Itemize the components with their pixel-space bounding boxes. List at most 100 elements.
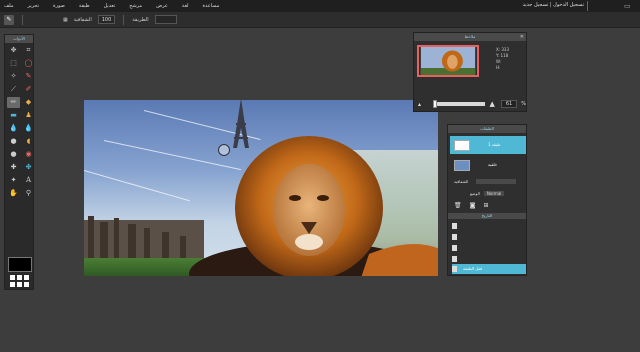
- delete-layer-icon[interactable]: 🗑: [454, 202, 462, 212]
- drop-icon[interactable]: 💧: [7, 123, 20, 134]
- brush-icon[interactable]: ⟋: [7, 84, 20, 95]
- navigator-panel: ملاحظ ✕ X: 333 Y: 118 W: H: ▴ ▲ 61 %: [413, 32, 527, 112]
- history-item[interactable]: [452, 232, 526, 242]
- move-icon[interactable]: ✥: [7, 45, 20, 56]
- history-icon: [452, 234, 457, 240]
- mode-select[interactable]: [154, 15, 177, 24]
- layer-name: طبقة 1: [488, 142, 501, 147]
- menu-help[interactable]: مساعدة: [203, 3, 220, 9]
- blur-icon[interactable]: 💧: [22, 123, 35, 134]
- layer-mode-select[interactable]: Normal: [483, 190, 505, 196]
- sponge-icon[interactable]: ●: [7, 149, 20, 160]
- marquee-icon[interactable]: ⬚: [7, 58, 20, 69]
- menu-image[interactable]: صورة: [53, 3, 65, 9]
- menu-adjust[interactable]: تعديل: [104, 3, 116, 9]
- zoom-out-icon[interactable]: ▴: [418, 101, 421, 108]
- y-value: 118: [500, 53, 509, 58]
- burn-icon[interactable]: ◖: [22, 136, 35, 147]
- layer-thumbnail: [454, 139, 470, 151]
- wand-icon[interactable]: ✧: [7, 71, 20, 82]
- history-item-selected[interactable]: قفل الطبقة: [452, 264, 526, 274]
- shape-icon[interactable]: ✦: [7, 175, 20, 186]
- layer-mode-row: الوضع Normal: [450, 189, 526, 197]
- opacity-select[interactable]: 100: [97, 15, 116, 24]
- crop-icon[interactable]: ⌗: [22, 45, 35, 56]
- swatch-grid[interactable]: [10, 275, 30, 287]
- options-bar: ✎ ▦ الشفافية 100 الطريقة: [0, 12, 640, 28]
- layer-row-1[interactable]: طبقة 1: [450, 136, 526, 154]
- menu-list: ملف تحرير صورة طبقة تعديل مرشح عرض لغة م…: [4, 3, 219, 9]
- stamp-icon[interactable]: ♟: [22, 110, 35, 121]
- coordinates-readout: X: 333 Y: 118 W: H:: [496, 47, 509, 71]
- menu-filter[interactable]: مرشح: [129, 3, 142, 9]
- lasso-icon[interactable]: ◯: [22, 58, 35, 69]
- zoom-value[interactable]: 61: [500, 100, 518, 108]
- menu-separator: [587, 1, 588, 11]
- login-link[interactable]: تسجيل الدخول | تسجيل جديد: [523, 2, 584, 8]
- navigator-header: ملاحظ ✕: [414, 33, 526, 41]
- options-separator: [22, 14, 23, 25]
- close-icon[interactable]: ✕: [520, 33, 524, 41]
- history-icon: [452, 256, 457, 262]
- x-value: 333: [501, 47, 510, 52]
- menu-layer[interactable]: طبقة: [79, 3, 90, 9]
- zoom-control: ▴ ▲ 61 %: [416, 99, 526, 109]
- h-label: H:: [496, 65, 501, 70]
- w-label: W:: [496, 59, 502, 64]
- navigator-title: ملاحظ: [464, 34, 476, 39]
- layers-header: الطبقات: [448, 125, 526, 133]
- tools-title: الأدوات: [5, 35, 33, 43]
- y-label: Y:: [496, 53, 500, 58]
- menu-bar: ملف تحرير صورة طبقة تعديل مرشح عرض لغة م…: [0, 0, 640, 12]
- new-layer-icon[interactable]: ⊞: [483, 202, 488, 212]
- layer-name: خلفية: [488, 162, 498, 167]
- layer-row-background[interactable]: خلفية: [450, 156, 526, 174]
- layer-opacity-row: الشفافية: [450, 177, 526, 185]
- zoom-unit: %: [521, 101, 526, 107]
- opacity-label: الشفافية: [73, 16, 92, 23]
- menu-language[interactable]: لغة: [182, 3, 189, 9]
- zoom-icon[interactable]: ⚲: [22, 188, 35, 199]
- history-icon: [452, 223, 457, 229]
- tools-panel: الأدوات ✥ ⌗ ⬚ ◯ ✧ ✎ ⟋ ✐ ✏ ◆ ▬ ♟ 💧 💧 ● ◖ …: [4, 34, 34, 290]
- history-icon: [452, 245, 457, 251]
- smudge-icon[interactable]: ✤: [22, 162, 35, 173]
- menu-file[interactable]: ملف: [4, 3, 14, 9]
- brush-preset-icon[interactable]: ▦: [63, 17, 68, 23]
- zoom-slider-knob[interactable]: [433, 100, 438, 108]
- red-eye-icon[interactable]: ◉: [22, 149, 35, 160]
- brush-cursor: [218, 144, 230, 156]
- color-swatch[interactable]: [8, 257, 32, 272]
- zoom-slider[interactable]: [433, 100, 486, 108]
- options-separator-2: [123, 14, 125, 25]
- layer-opacity-label: الشفافية: [454, 178, 469, 184]
- heal-icon[interactable]: ✚: [7, 162, 20, 173]
- tools-grid: ✥ ⌗ ⬚ ◯ ✧ ✎ ⟋ ✐ ✏ ◆ ▬ ♟ 💧 💧 ● ◖ ● ◉ ✚ ✤ …: [5, 43, 33, 201]
- selected-tool-icon[interactable]: ✏: [7, 97, 20, 108]
- zoom-in-icon[interactable]: ▲: [489, 100, 494, 108]
- history-item[interactable]: [452, 243, 526, 253]
- trees-image: [84, 216, 204, 260]
- eraser-icon[interactable]: ✐: [22, 84, 35, 95]
- layers-title: الطبقات: [480, 126, 494, 131]
- history-title: التاريخ: [481, 213, 493, 218]
- current-tool-icon[interactable]: ✎: [4, 14, 14, 25]
- history-item[interactable]: [452, 221, 526, 231]
- gradient-icon[interactable]: ▬: [7, 110, 20, 121]
- menu-edit[interactable]: تحرير: [28, 3, 40, 9]
- navigator-thumbnail[interactable]: [417, 45, 479, 77]
- history-header: التاريخ: [448, 213, 526, 219]
- type-icon[interactable]: A: [22, 175, 35, 186]
- fill-icon[interactable]: ◆: [22, 97, 35, 108]
- window-menu-icon[interactable]: ▭: [624, 1, 634, 11]
- history-item[interactable]: [452, 254, 526, 264]
- menu-view[interactable]: عرض: [156, 3, 168, 9]
- layer-mask-icon[interactable]: ◙: [470, 202, 476, 212]
- layer-opacity-bar[interactable]: [476, 178, 517, 184]
- layer-mode-label: الوضع: [470, 190, 480, 196]
- image-canvas[interactable]: [84, 100, 438, 276]
- hand-icon[interactable]: ✋: [7, 188, 20, 199]
- dodge-icon[interactable]: ●: [7, 136, 20, 147]
- pencil-icon[interactable]: ✎: [22, 71, 35, 82]
- thumbnail-image: [420, 47, 476, 75]
